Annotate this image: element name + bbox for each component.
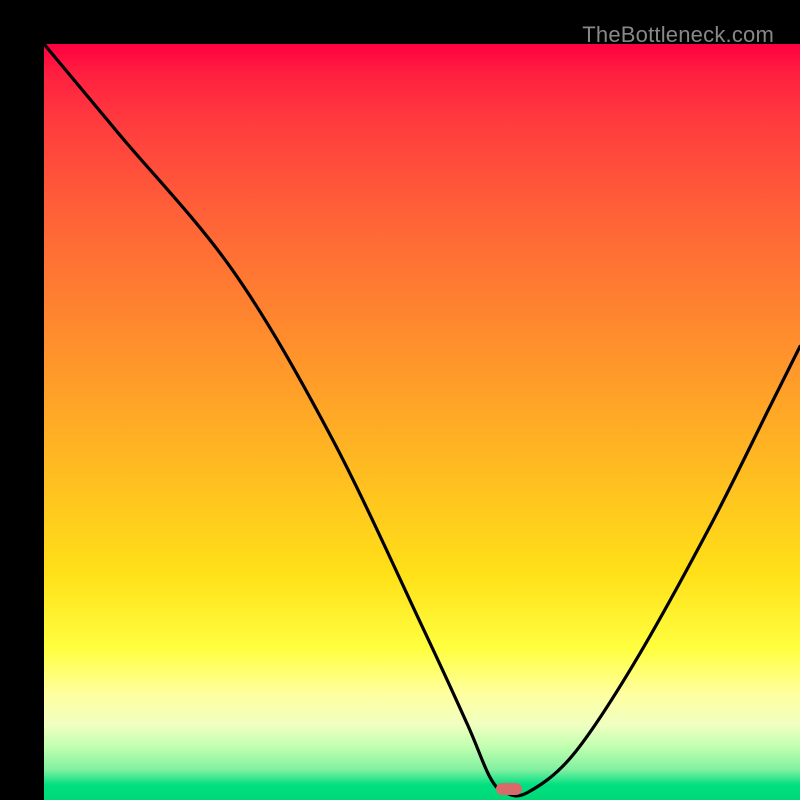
bottleneck-curve: [44, 44, 800, 796]
marker-pill-icon: [496, 783, 522, 795]
chart-plot-area: [44, 44, 800, 800]
chart-curve-svg: [44, 44, 800, 800]
chart-frame: TheBottleneck.com: [0, 0, 800, 800]
